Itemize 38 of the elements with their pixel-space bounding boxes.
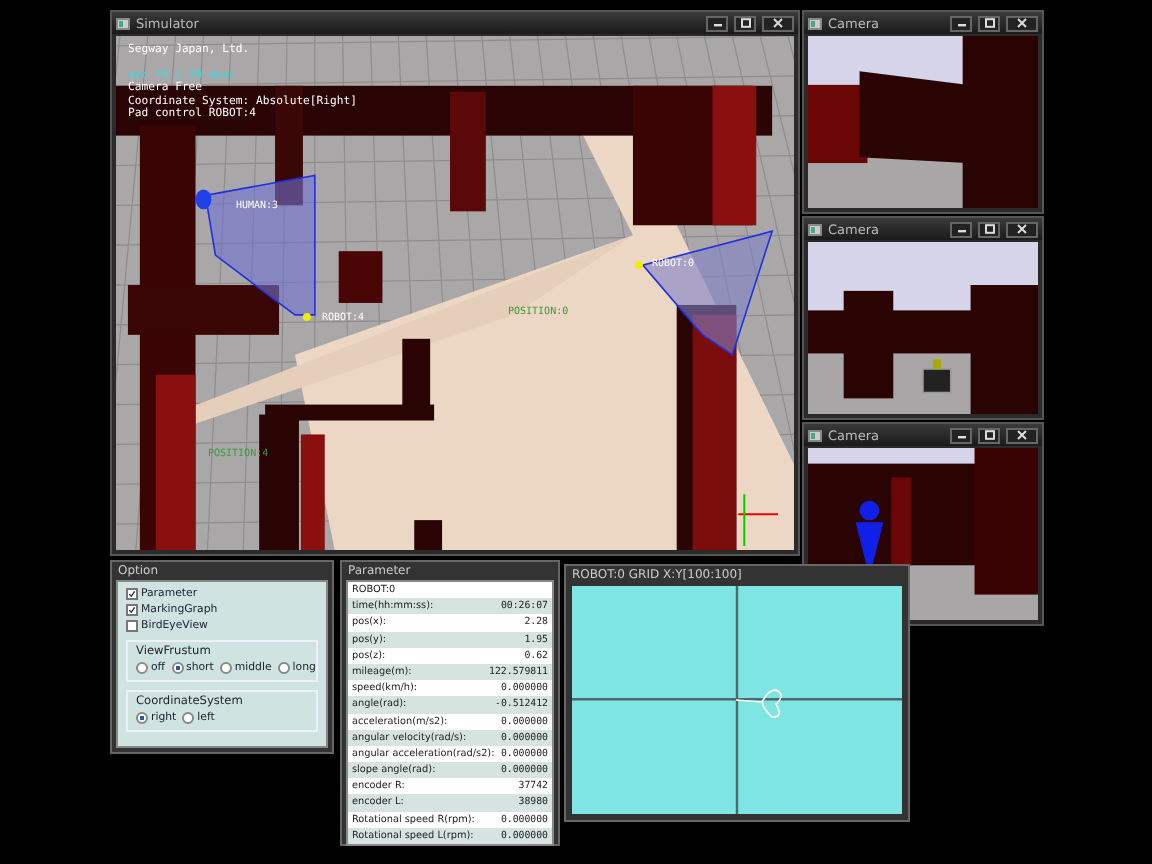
maximize-button[interactable] <box>978 15 1000 31</box>
close-icon <box>1016 18 1028 28</box>
close-icon <box>1016 430 1028 440</box>
minimize-button[interactable] <box>950 15 972 31</box>
minimize-icon <box>711 18 723 28</box>
maximize-icon <box>983 224 995 234</box>
close-button[interactable] <box>1006 15 1038 31</box>
maximize-button[interactable] <box>734 15 756 31</box>
close-button[interactable] <box>762 15 794 31</box>
minimize-button[interactable] <box>950 427 972 443</box>
maximize-icon <box>739 18 751 28</box>
close-icon <box>772 18 784 28</box>
close-button[interactable] <box>1006 427 1038 443</box>
minimize-icon <box>955 224 967 234</box>
checkbox[interactable] <box>126 620 138 632</box>
maximize-icon <box>983 18 995 28</box>
maximize-button[interactable] <box>978 427 1000 443</box>
app-icon <box>116 17 130 29</box>
radio-button[interactable] <box>136 712 148 724</box>
checkbox[interactable] <box>126 588 138 600</box>
radio-button[interactable] <box>277 662 290 674</box>
app-icon <box>808 223 822 235</box>
minimize-icon <box>955 18 967 28</box>
radio-button[interactable] <box>136 662 148 674</box>
radio-button[interactable] <box>219 662 232 674</box>
maximize-button[interactable] <box>978 221 1000 237</box>
trajectory-drawing <box>734 686 786 720</box>
checkbox[interactable] <box>126 604 138 616</box>
minimize-button[interactable] <box>950 221 972 237</box>
close-icon <box>1016 224 1028 234</box>
radio-button[interactable] <box>171 662 184 674</box>
minimize-icon <box>955 430 967 440</box>
maximize-icon <box>983 430 995 440</box>
minimize-button[interactable] <box>706 15 728 31</box>
radio-button[interactable] <box>182 712 195 724</box>
close-button[interactable] <box>1006 221 1038 237</box>
app-icon <box>808 429 822 441</box>
app-icon <box>808 17 822 29</box>
